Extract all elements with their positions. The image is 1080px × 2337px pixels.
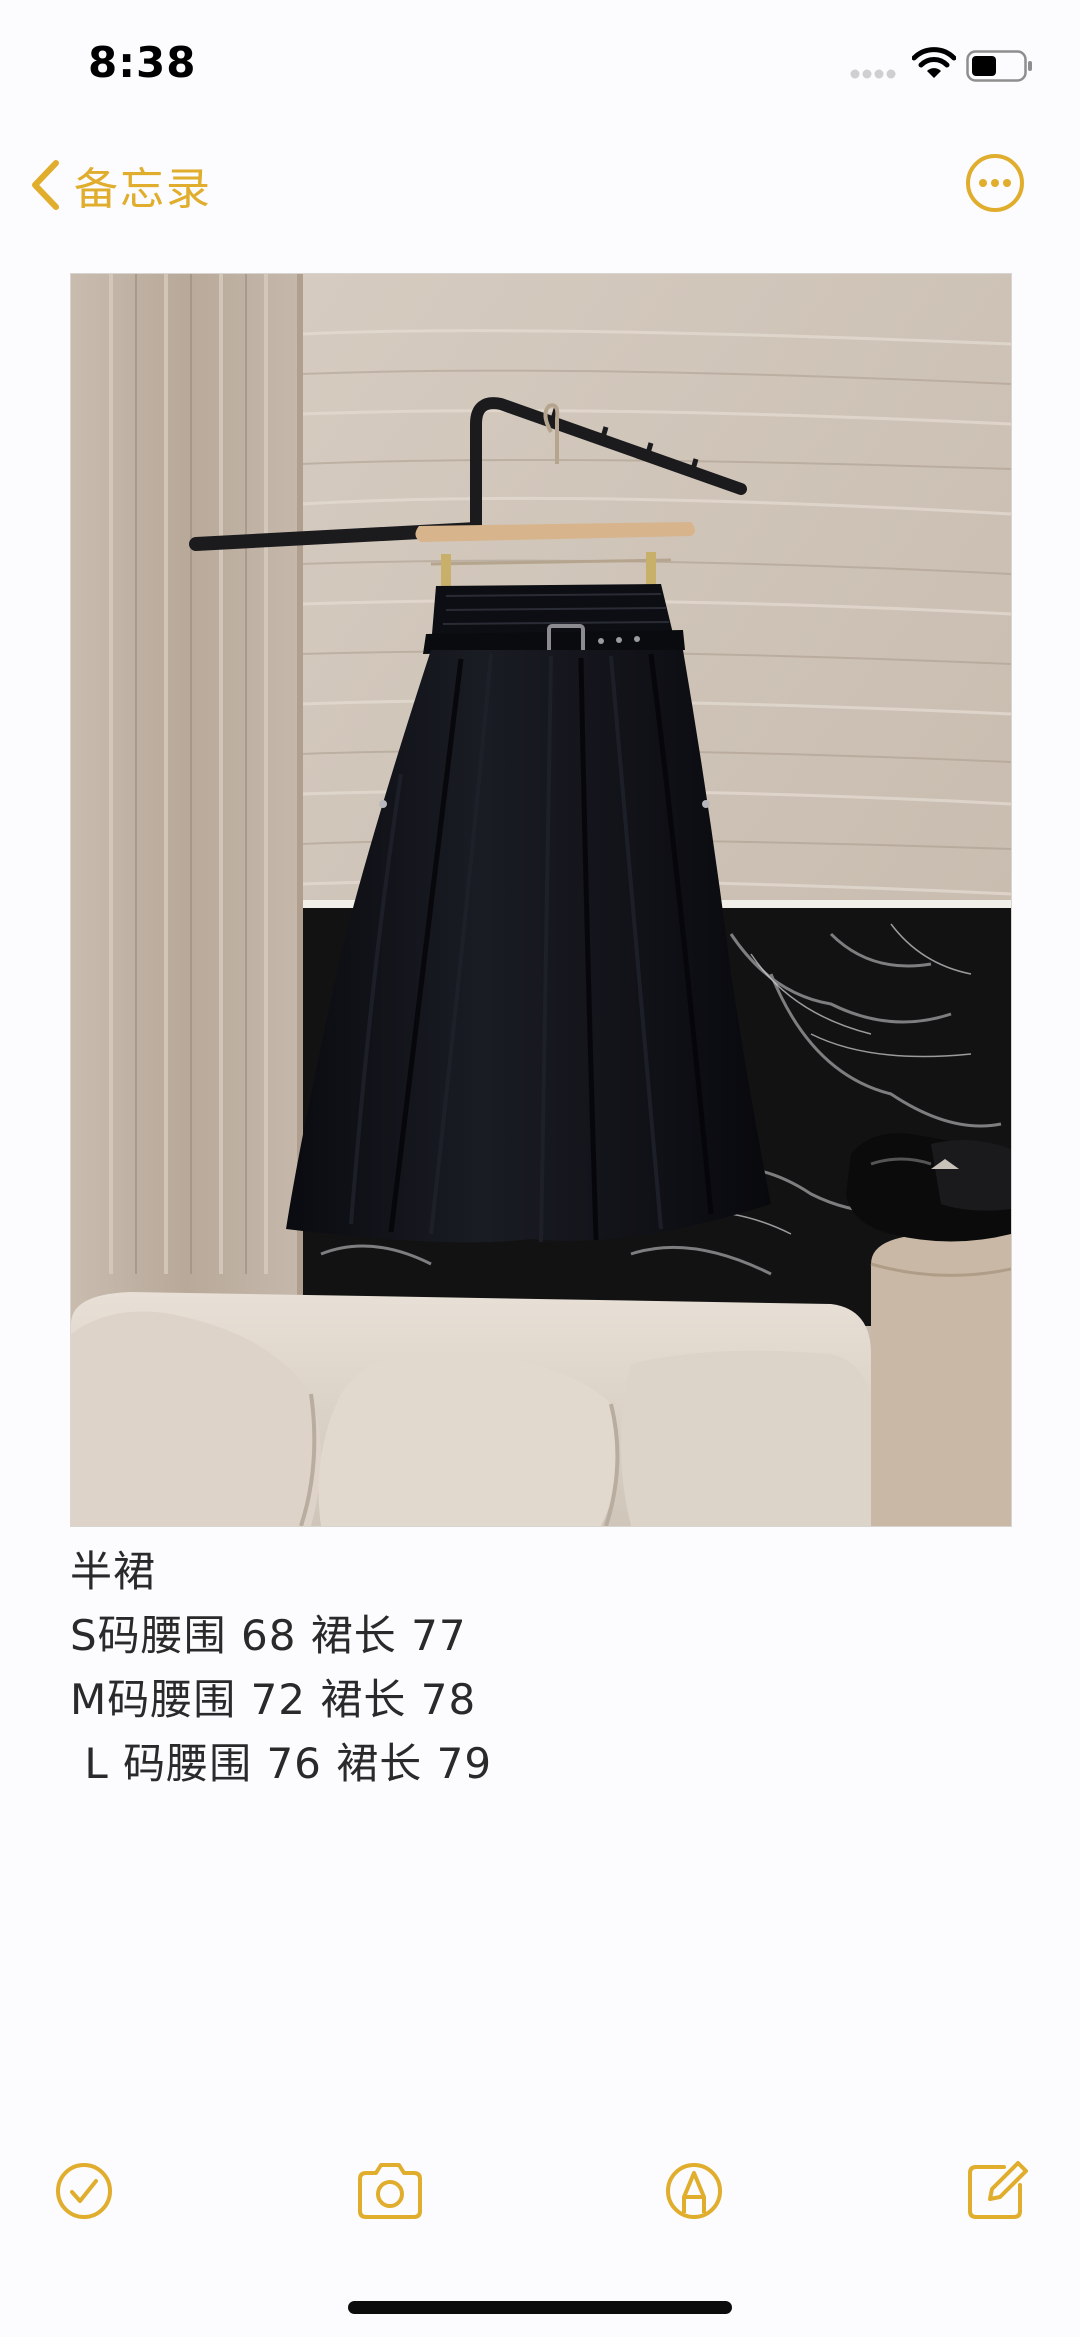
note-line-size-m: M码腰围 72 裙长 78 xyxy=(70,1675,477,1724)
note-line-size-s: S码腰围 68 裙长 77 xyxy=(70,1611,467,1660)
skirt-photo-image xyxy=(71,274,1011,1526)
compose-icon[interactable] xyxy=(960,2155,1032,2227)
note-body[interactable]: 半裙 S码腰围 68 裙长 77 M码腰围 72 裙长 78 L 码腰围 76 … xyxy=(70,1540,1010,1796)
status-bar: 8:38 xyxy=(0,0,1080,130)
note-line-size-l: L 码腰围 76 裙长 79 xyxy=(70,1739,493,1788)
note-photo[interactable] xyxy=(70,273,1012,1527)
back-label: 备忘录 xyxy=(74,164,212,215)
cellular-signal-icon xyxy=(850,69,896,79)
camera-icon[interactable] xyxy=(354,2155,426,2227)
bottom-toolbar xyxy=(0,2155,1080,2235)
back-button[interactable]: 备忘录 xyxy=(30,152,212,218)
note-title-line: 半裙 xyxy=(70,1547,157,1596)
chevron-left-icon xyxy=(32,160,59,210)
nav-bar: 备忘录 xyxy=(0,140,1080,230)
checklist-icon[interactable] xyxy=(48,2155,120,2227)
markup-icon[interactable] xyxy=(658,2155,730,2227)
home-indicator[interactable] xyxy=(348,2301,732,2314)
status-time: 8:38 xyxy=(88,38,197,87)
wifi-icon xyxy=(912,47,956,78)
more-options-button[interactable] xyxy=(964,152,1026,214)
battery-icon xyxy=(966,50,1032,82)
